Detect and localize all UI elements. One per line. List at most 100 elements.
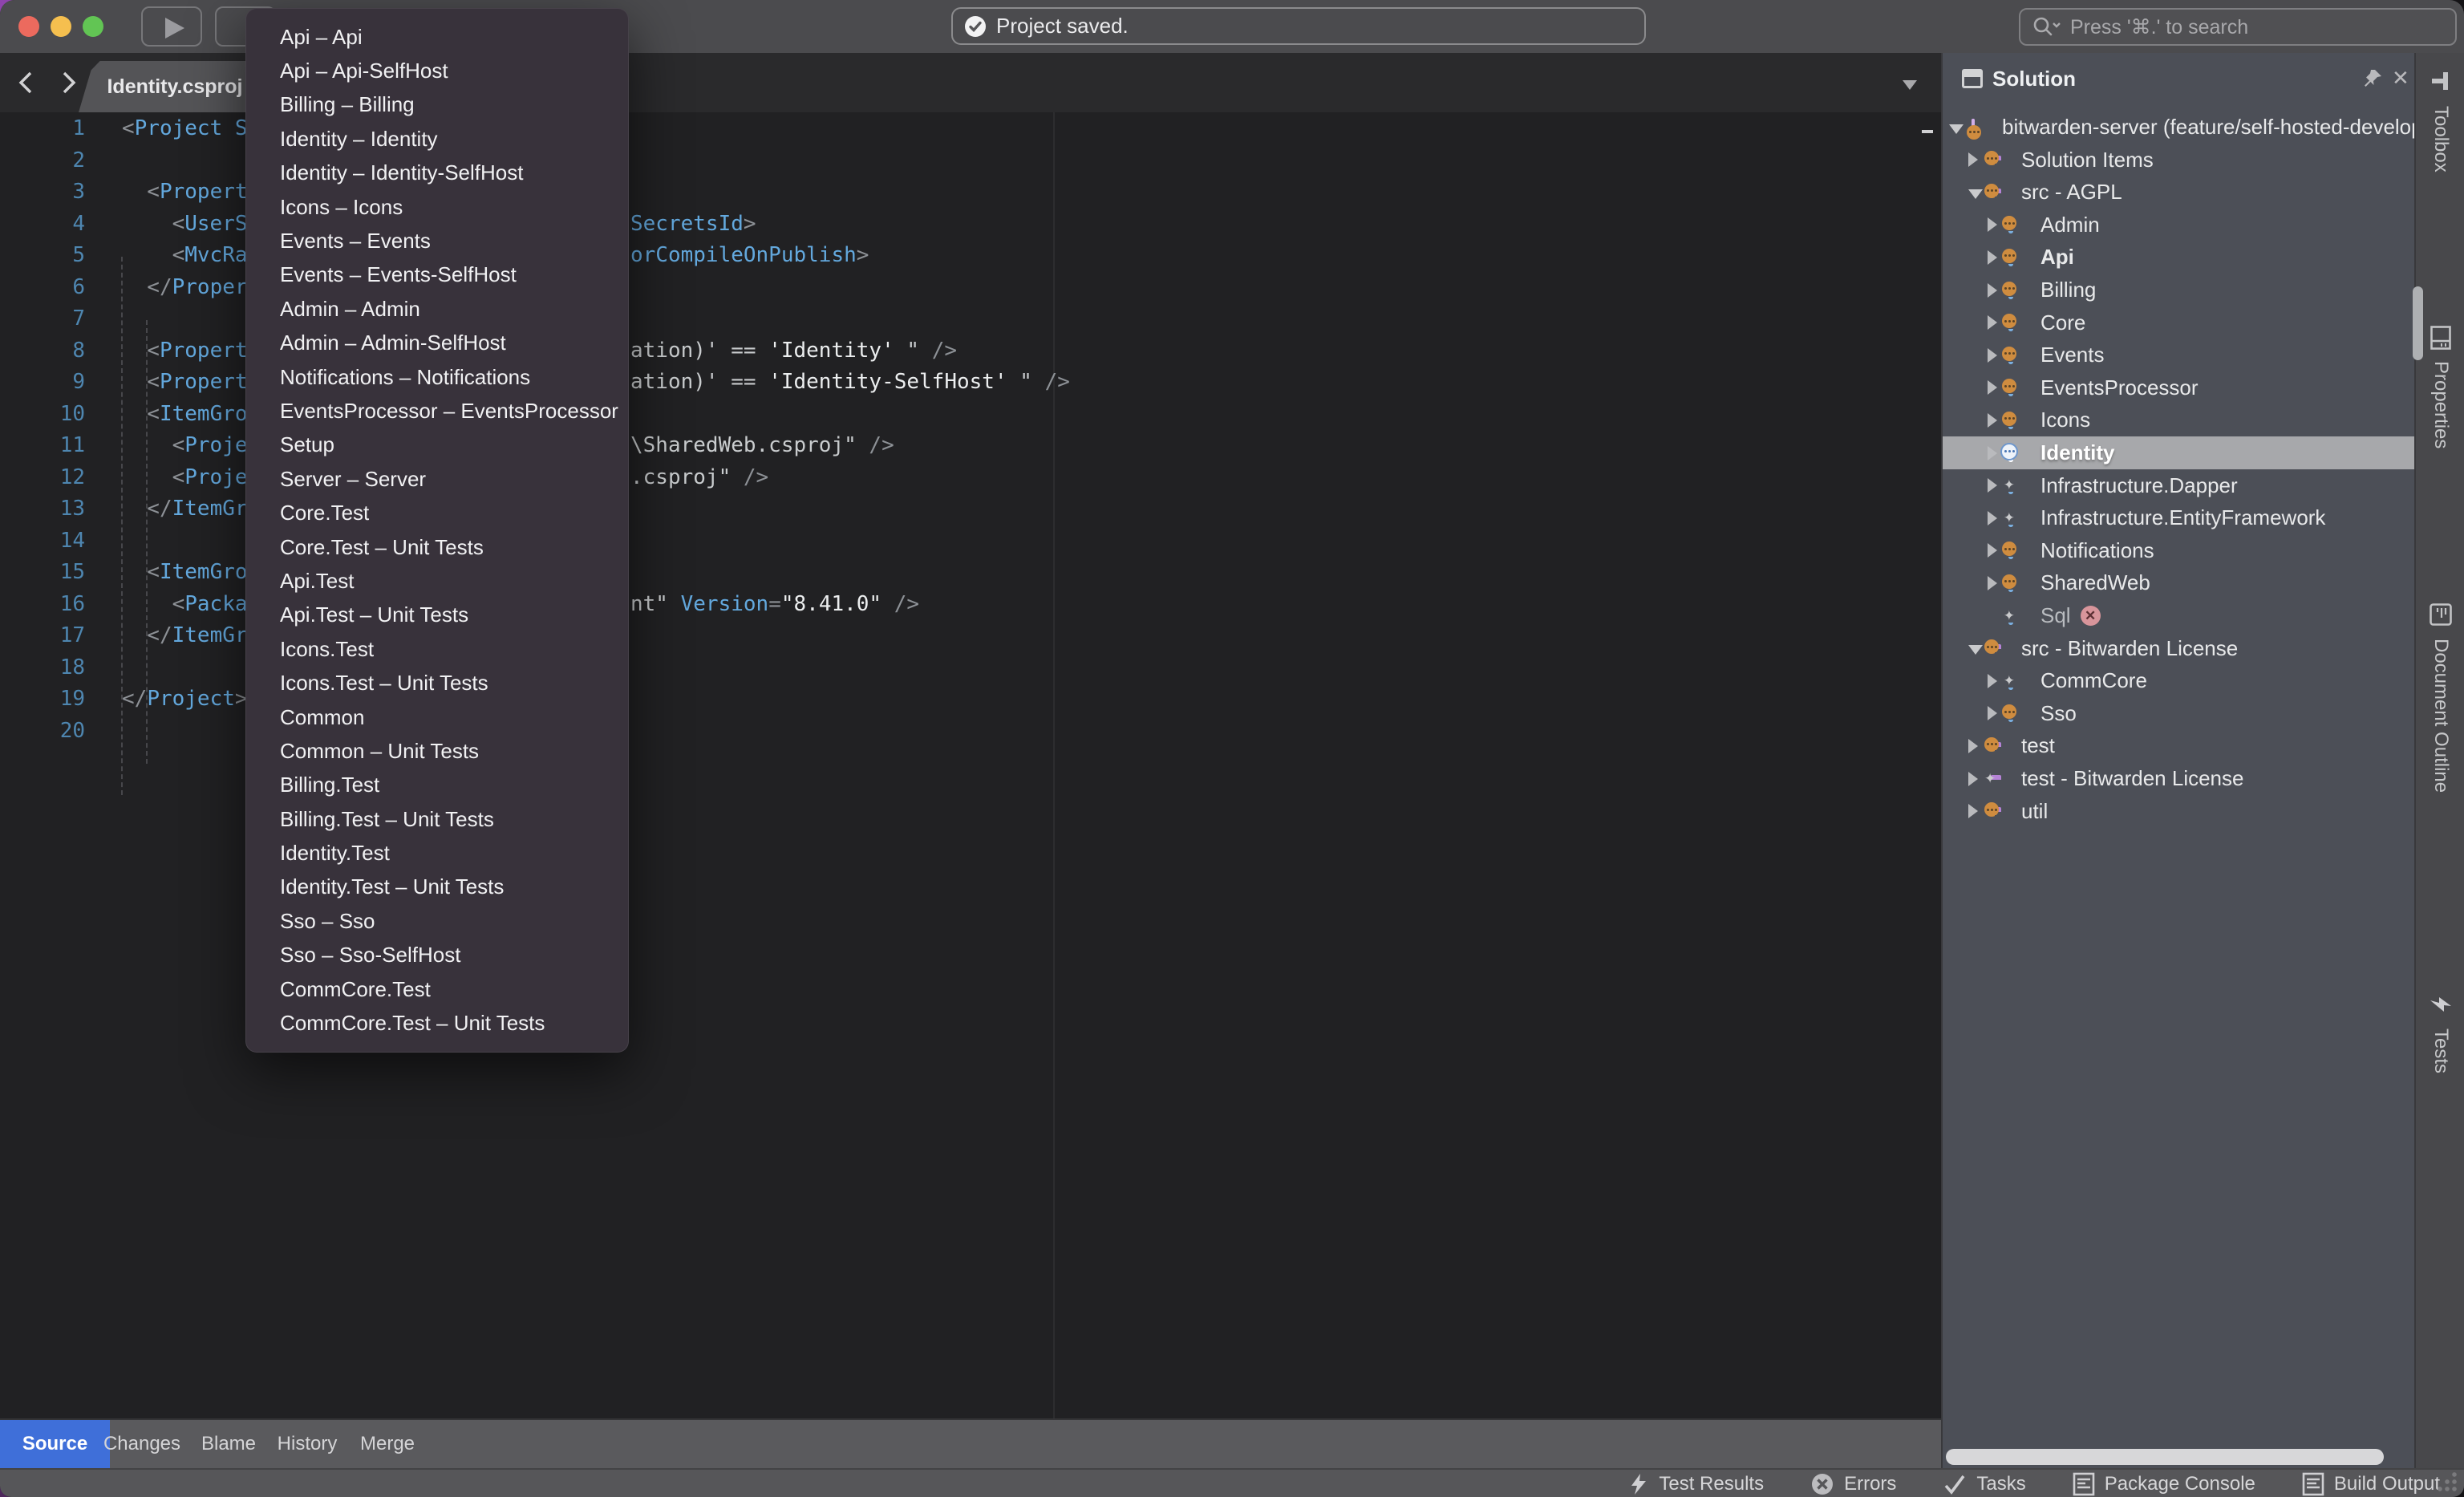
menu-item-setup[interactable]: Setup	[246, 428, 628, 462]
chevron-right-icon[interactable]	[1968, 739, 1978, 753]
view-tab-history[interactable]: History	[270, 1420, 345, 1468]
tree-row-identity[interactable]: Identity	[1943, 436, 2416, 469]
chevron-right-icon[interactable]	[1988, 315, 1997, 330]
run-button[interactable]	[141, 6, 202, 47]
tree-row-api[interactable]: Api	[1943, 241, 2416, 274]
resize-grip[interactable]	[2437, 1471, 2458, 1492]
side-pad-tab-document-outline[interactable]: Document Outline	[2416, 603, 2464, 793]
view-tab-source[interactable]: Source	[0, 1420, 110, 1468]
menu-item-server-server[interactable]: Server – Server	[246, 462, 628, 496]
tree-row-sql[interactable]: ✦Sql✕	[1943, 599, 2416, 632]
navigate-forward-icon[interactable]	[51, 67, 83, 99]
minimize-window-button[interactable]	[51, 16, 71, 37]
chevron-right-icon[interactable]	[1988, 511, 1997, 525]
chevron-right-icon[interactable]	[1988, 446, 1997, 460]
tree-row-util[interactable]: util	[1943, 795, 2416, 828]
menu-item-events-events[interactable]: Events – Events	[246, 224, 628, 258]
tree-row-src-bitwarden-license[interactable]: src - Bitwarden License	[1943, 632, 2416, 665]
tree-row-bitwarden-server-feature-self-hosted-development[interactable]: bitwarden-server (feature/self-hosted-de…	[1943, 111, 2416, 144]
menu-item-billing-test[interactable]: Billing.Test	[246, 769, 628, 802]
tree-row-billing[interactable]: Billing	[1943, 274, 2416, 306]
tree-row-sharedweb[interactable]: SharedWeb	[1943, 566, 2416, 599]
tree-row-solution-items[interactable]: Solution Items	[1943, 144, 2416, 176]
tree-row-notifications[interactable]: Notifications	[1943, 534, 2416, 567]
pin-icon[interactable]	[2363, 67, 2384, 88]
tree-row-src-agpl[interactable]: src - AGPL	[1943, 176, 2416, 209]
menu-item-core-test-unit-tests[interactable]: Core.Test – Unit Tests	[246, 530, 628, 564]
menu-item-admin-admin-selfhost[interactable]: Admin – Admin-SelfHost	[246, 327, 628, 360]
menu-item-identity-test-unit-tests[interactable]: Identity.Test – Unit Tests	[246, 870, 628, 904]
menu-item-common[interactable]: Common	[246, 700, 628, 734]
menu-item-sso-sso-selfhost[interactable]: Sso – Sso-SelfHost	[246, 939, 628, 972]
menu-item-billing-test-unit-tests[interactable]: Billing.Test – Unit Tests	[246, 802, 628, 836]
close-pad-icon[interactable]: ✕	[2392, 66, 2409, 91]
search-input[interactable]: Press '⌘.' to search	[2019, 8, 2457, 46]
menu-item-api-test-unit-tests[interactable]: Api.Test – Unit Tests	[246, 598, 628, 632]
tree-row-infrastructure-dapper[interactable]: ✦Infrastructure.Dapper	[1943, 469, 2416, 502]
chevron-right-icon[interactable]	[1988, 576, 1997, 590]
tree-row-events[interactable]: Events	[1943, 339, 2416, 371]
chevron-right-icon[interactable]	[1988, 217, 1997, 232]
tree-row-eventsprocessor[interactable]: EventsProcessor	[1943, 371, 2416, 404]
tree-row-core[interactable]: Core	[1943, 306, 2416, 339]
menu-item-events-events-selfhost[interactable]: Events – Events-SelfHost	[246, 258, 628, 292]
menu-item-icons-test[interactable]: Icons.Test	[246, 632, 628, 666]
chevron-down-icon[interactable]	[1949, 124, 1964, 134]
chevron-right-icon[interactable]	[1988, 706, 1997, 720]
chevron-right-icon[interactable]	[1968, 152, 1978, 167]
tree-row-test-bitwarden-license[interactable]: ✦test - Bitwarden License	[1943, 762, 2416, 795]
view-tab-changes[interactable]: Changes	[96, 1420, 188, 1468]
menu-item-api-test[interactable]: Api.Test	[246, 564, 628, 598]
chevron-right-icon[interactable]	[1988, 674, 1997, 688]
chevron-right-icon[interactable]	[1988, 478, 1997, 493]
status-pad-build-output[interactable]: Build Output	[2302, 1472, 2440, 1496]
chevron-down-icon[interactable]	[1968, 645, 1983, 655]
navigate-back-icon[interactable]	[11, 67, 43, 99]
chevron-right-icon[interactable]	[1988, 250, 1997, 265]
tree-row-test[interactable]: test	[1943, 729, 2416, 762]
side-pad-tab-tests[interactable]: Tests	[2416, 993, 2464, 1073]
tree-row-sso[interactable]: Sso	[1943, 697, 2416, 730]
menu-item-admin-admin[interactable]: Admin – Admin	[246, 292, 628, 326]
tree-row-icons[interactable]: Icons	[1943, 404, 2416, 436]
close-window-button[interactable]	[18, 16, 39, 37]
chevron-right-icon[interactable]	[1968, 804, 1978, 818]
horizontal-scrollbar[interactable]	[1946, 1449, 2384, 1465]
status-pad-errors[interactable]: Errors	[1810, 1472, 1896, 1496]
status-pad-test-results[interactable]: Test Results	[1628, 1473, 1764, 1495]
vertical-scrollbar[interactable]	[2413, 286, 2423, 360]
menu-item-icons-test-unit-tests[interactable]: Icons.Test – Unit Tests	[246, 666, 628, 700]
menu-item-identity-identity-selfhost[interactable]: Identity – Identity-SelfHost	[246, 156, 628, 190]
chevron-right-icon[interactable]	[1968, 772, 1978, 786]
menu-item-eventsprocessor-eventsprocessor[interactable]: EventsProcessor – EventsProcessor	[246, 394, 628, 428]
chevron-down-icon[interactable]	[1968, 189, 1983, 199]
chevron-right-icon[interactable]	[1988, 283, 1997, 298]
menu-item-api-api[interactable]: Api – Api	[246, 20, 628, 54]
menu-item-identity-identity[interactable]: Identity – Identity	[246, 122, 628, 156]
menu-item-api-api-selfhost[interactable]: Api – Api-SelfHost	[246, 54, 628, 87]
view-tab-merge[interactable]: Merge	[351, 1420, 424, 1468]
chevron-right-icon[interactable]	[1988, 543, 1997, 558]
side-pad-tab-properties[interactable]: Properties	[2416, 327, 2464, 448]
tree-row-infrastructure-entityframework[interactable]: ✦Infrastructure.EntityFramework	[1943, 501, 2416, 534]
side-pad-tab-toolbox[interactable]: Toolbox	[2416, 69, 2464, 172]
chevron-right-icon[interactable]	[1988, 413, 1997, 428]
chevron-right-icon[interactable]	[1988, 380, 1997, 395]
zoom-window-button[interactable]	[83, 16, 103, 37]
menu-item-identity-test[interactable]: Identity.Test	[246, 836, 628, 870]
menu-item-common-unit-tests[interactable]: Common – Unit Tests	[246, 734, 628, 768]
menu-item-core-test[interactable]: Core.Test	[246, 496, 628, 529]
menu-item-commcore-test[interactable]: CommCore.Test	[246, 972, 628, 1006]
view-tab-blame[interactable]: Blame	[194, 1420, 263, 1468]
menu-item-billing-billing[interactable]: Billing – Billing	[246, 88, 628, 122]
tab-overflow-icon[interactable]	[1903, 80, 1917, 90]
menu-item-commcore-test-unit-tests[interactable]: CommCore.Test – Unit Tests	[246, 1006, 628, 1040]
status-pad-package-console[interactable]: Package Console	[2073, 1472, 2255, 1496]
tree-row-admin[interactable]: Admin	[1943, 209, 2416, 241]
tab-identity-csproj[interactable]: Identity.csproj	[79, 61, 257, 112]
menu-item-notifications-notifications[interactable]: Notifications – Notifications	[246, 360, 628, 394]
chevron-right-icon[interactable]	[1988, 348, 1997, 363]
status-pad-tasks[interactable]: Tasks	[1943, 1473, 2025, 1495]
tree-row-commcore[interactable]: ✦CommCore	[1943, 664, 2416, 697]
menu-item-sso-sso[interactable]: Sso – Sso	[246, 904, 628, 938]
